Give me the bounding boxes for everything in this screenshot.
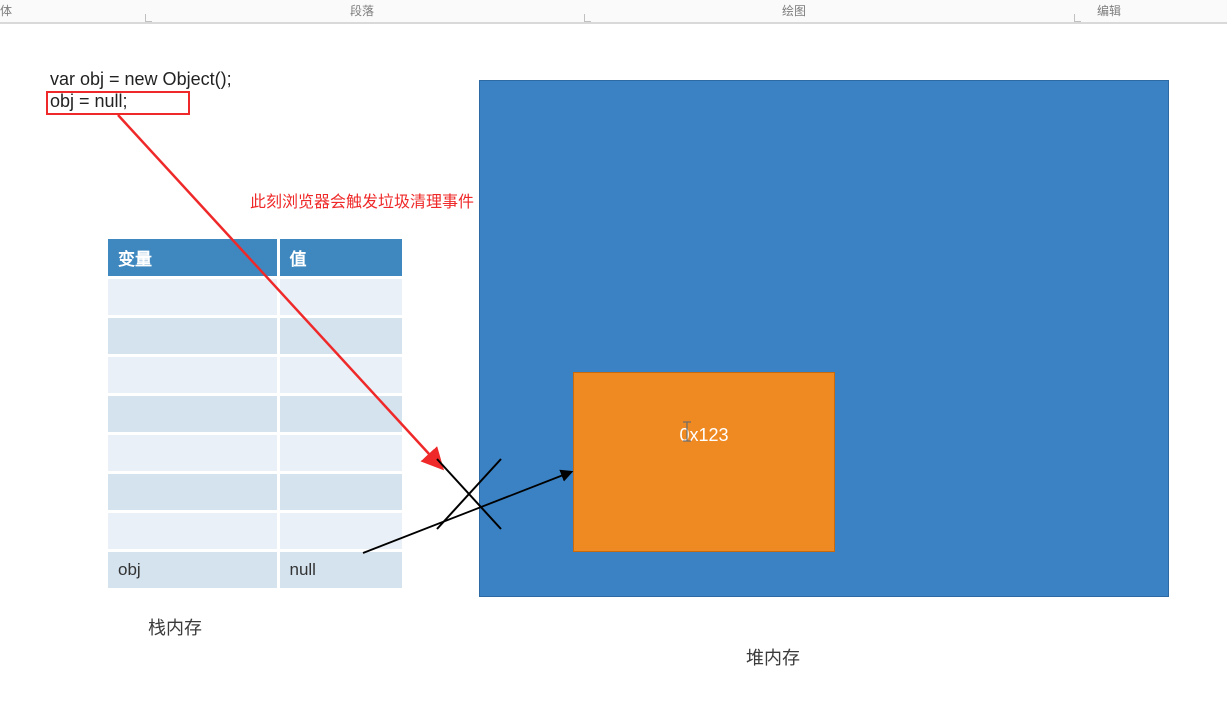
heap-memory-label: 堆内存: [746, 644, 800, 670]
ribbon-group-edit: 编辑: [1097, 2, 1121, 19]
stack-cell-val: null: [278, 551, 404, 590]
ribbon-group-font: 体: [0, 2, 12, 19]
table-row: [107, 395, 404, 434]
gc-annotation: 此刻浏览器会触发垃圾清理事件: [250, 188, 474, 212]
stack-cell-var: obj: [107, 551, 279, 590]
code-highlight-box: [46, 91, 190, 115]
stack-header-val: 值: [278, 238, 404, 278]
heap-object: 0x123: [573, 372, 835, 552]
table-row: [107, 473, 404, 512]
diagram-canvas: 体 段落 绘图 编辑 var obj = new Object(); obj =…: [0, 0, 1227, 723]
table-row: [107, 512, 404, 551]
table-row: obj null: [107, 551, 404, 590]
code-line-1: var obj = new Object();: [50, 69, 232, 89]
ribbon-group-drawing: 绘图: [782, 2, 806, 19]
stack-table: 变量 值 obj null: [105, 236, 405, 591]
stack-header-var: 变量: [107, 238, 279, 278]
table-row: [107, 317, 404, 356]
table-row: [107, 434, 404, 473]
table-row: [107, 278, 404, 317]
ribbon-group-labels: 体 段落 绘图 编辑: [0, 0, 1227, 24]
table-row: [107, 356, 404, 395]
stack-memory-label: 栈内存: [148, 614, 202, 640]
ribbon-group-paragraph: 段落: [350, 2, 374, 19]
heap-object-address: 0x123: [679, 425, 728, 446]
